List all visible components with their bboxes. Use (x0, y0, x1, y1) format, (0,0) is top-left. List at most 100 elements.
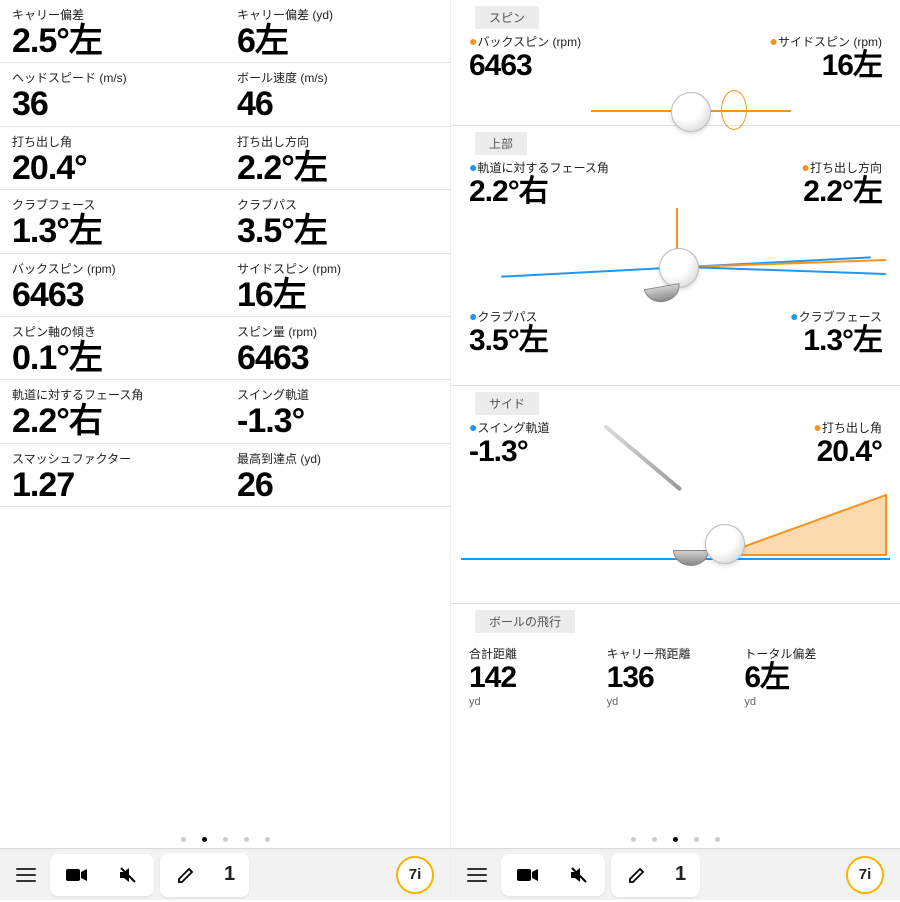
side-visualization (461, 468, 890, 588)
video-button[interactable] (509, 859, 547, 891)
metric-value: 136 (607, 662, 745, 694)
page-dot[interactable] (265, 837, 270, 842)
metric-value: 2.2°左 (237, 150, 440, 187)
spin-section: スピン ●バックスピン (rpm) 6463 ●サイドスピン (rpm) 16左 (451, 0, 900, 126)
metric-cell[interactable]: スピン軸の傾き0.1°左 (0, 317, 225, 380)
metric-cell[interactable]: クラブフェース1.3°左 (0, 190, 225, 253)
metric-label: 軌道に対するフェース角 (12, 386, 215, 403)
club-head-icon (673, 550, 709, 566)
page-dot-active[interactable] (673, 837, 678, 842)
page-dot[interactable] (223, 837, 228, 842)
metric-label: キャリー偏差 (12, 6, 215, 23)
top-row-upper: ●軌道に対するフェース角 2.2°右 ●打ち出し方向 2.2°左 (461, 159, 890, 208)
menu-icon (16, 868, 36, 882)
metric-value: 2.2°右 (469, 176, 609, 208)
metric-label: 打ち出し角 (12, 133, 215, 150)
metric-value: 3.5°左 (469, 325, 548, 357)
club-select-button[interactable]: 7i (838, 848, 892, 902)
metric-cell[interactable]: 軌道に対するフェース角2.2°右 (0, 380, 225, 443)
page-dot[interactable] (652, 837, 657, 842)
golf-ball-icon (659, 248, 699, 288)
page-dot[interactable] (694, 837, 699, 842)
club-select-button[interactable]: 7i (388, 848, 442, 902)
edit-button[interactable] (619, 857, 655, 893)
metric-label: ●サイドスピン (rpm) (770, 33, 882, 50)
menu-button[interactable] (8, 860, 44, 890)
mute-button[interactable] (561, 858, 597, 892)
mute-button[interactable] (110, 858, 146, 892)
metric-label: 最高到達点 (yd) (237, 450, 440, 467)
flight-section: ボールの飛行 合計距離 142 yd キャリー飛距離 136 yd トータル偏差… (451, 604, 900, 784)
bottom-toolbar: 1 7i (0, 848, 450, 900)
metric-value: 6左 (744, 662, 882, 694)
metric-cell[interactable]: クラブパス3.5°左 (225, 190, 450, 253)
metric-label: 合計距離 (469, 645, 607, 662)
metric-label: スイング軌道 (237, 386, 440, 403)
golf-ball-icon (705, 524, 745, 564)
page-dot[interactable] (181, 837, 186, 842)
metric-cell[interactable]: キャリー偏差 (yd)6左 (225, 0, 450, 63)
metric-value: 20.4° (12, 150, 215, 187)
metric-cell[interactable]: 最高到達点 (yd)26 (225, 444, 450, 507)
metric-value: 2.2°左 (802, 176, 882, 208)
video-icon (66, 867, 88, 883)
analysis-pane: スピン ●バックスピン (rpm) 6463 ●サイドスピン (rpm) 16左 (450, 0, 900, 900)
metric-cell[interactable]: バックスピン (rpm)6463 (0, 254, 225, 317)
video-group (50, 854, 154, 896)
metric-label: ●打ち出し角 (814, 419, 882, 436)
page-dot[interactable] (631, 837, 636, 842)
metric-value: 46 (237, 86, 440, 123)
metric-cell[interactable]: サイドスピン (rpm)16左 (225, 254, 450, 317)
metric-value: 36 (12, 86, 215, 123)
metric-unit: yd (744, 696, 882, 708)
page-indicator (0, 833, 450, 846)
metric-value: 2.5°左 (12, 23, 215, 60)
spin-ring-icon (721, 90, 747, 130)
metric-cell[interactable]: キャリー偏差2.5°左 (0, 0, 225, 63)
page-indicator (451, 833, 900, 846)
edit-group: 1 (611, 853, 700, 897)
metric-value: 142 (469, 662, 607, 694)
top-row-lower: ●クラブパス 3.5°左 ●クラブフェース 1.3°左 (461, 308, 890, 357)
shot-count: 1 (218, 863, 241, 886)
metric-label: ●スイング軌道 (469, 419, 549, 436)
metric-unit: yd (607, 696, 745, 708)
metric-value: 6463 (12, 277, 215, 314)
section-title: サイド (475, 392, 539, 415)
menu-button[interactable] (459, 860, 495, 890)
metric-cell[interactable]: ボール速度 (m/s)46 (225, 63, 450, 126)
metric-cell[interactable]: ヘッドスピード (m/s)36 (0, 63, 225, 126)
metric-label: ●バックスピン (rpm) (469, 33, 581, 50)
metric-cell[interactable]: スピン量 (rpm)6463 (225, 317, 450, 380)
edit-button[interactable] (168, 857, 204, 893)
metric-label: 打ち出し方向 (237, 133, 440, 150)
metric-value: 16左 (770, 50, 882, 82)
metric-label: ●打ち出し方向 (802, 159, 882, 176)
club-badge: 7i (396, 856, 434, 894)
metric-value: 6左 (237, 23, 440, 60)
metric-cell[interactable]: 打ち出し方向2.2°左 (225, 127, 450, 190)
page-dot[interactable] (244, 837, 249, 842)
metric-cell[interactable]: 打ち出し角20.4° (0, 127, 225, 190)
metric-label: クラブパス (237, 196, 440, 213)
edit-group: 1 (160, 853, 249, 897)
metric-value: 2.2°右 (12, 403, 215, 440)
metric-unit: yd (469, 696, 607, 708)
metric-value: 3.5°左 (237, 213, 440, 250)
metric-value: -1.3° (469, 436, 549, 468)
metric-value: 6463 (469, 50, 581, 82)
metric-value: 16左 (237, 277, 440, 314)
metric-cell[interactable]: スマッシュファクター1.27 (0, 444, 225, 507)
metric-label: スマッシュファクター (12, 450, 215, 467)
metric-label: トータル偏差 (744, 645, 882, 662)
edit-icon (176, 865, 196, 885)
video-group (501, 854, 605, 896)
page-dot[interactable] (715, 837, 720, 842)
page-dot-active[interactable] (202, 837, 207, 842)
top-section: 上部 ●軌道に対するフェース角 2.2°右 ●打ち出し方向 2.2°左 (451, 126, 900, 386)
flight-row: 合計距離 142 yd キャリー飛距離 136 yd トータル偏差 6左 yd (461, 645, 890, 708)
video-button[interactable] (58, 859, 96, 891)
edit-icon (627, 865, 647, 885)
club-head-icon (644, 282, 682, 304)
metric-cell[interactable]: スイング軌道-1.3° (225, 380, 450, 443)
